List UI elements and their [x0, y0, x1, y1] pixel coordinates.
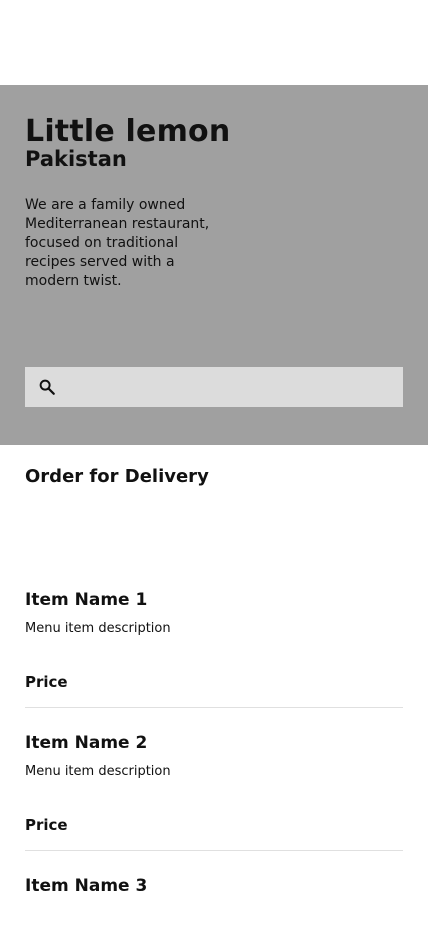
- search-input[interactable]: [57, 366, 403, 408]
- item-description: Menu item description: [25, 764, 171, 779]
- item-description: Menu item description: [25, 621, 171, 636]
- menu-list: Item Name 1 Menu item description Price …: [25, 590, 403, 936]
- restaurant-title: Little lemon: [25, 114, 231, 149]
- top-blank-area: [0, 0, 428, 85]
- item-divider: [25, 707, 403, 708]
- search-icon[interactable]: [37, 377, 57, 397]
- restaurant-location: Pakistan: [25, 147, 127, 171]
- item-name: Item Name 1: [25, 590, 148, 610]
- order-delivery-heading: Order for Delivery: [25, 466, 209, 487]
- item-name: Item Name 3: [25, 876, 148, 896]
- item-name: Item Name 2: [25, 733, 148, 753]
- search-bar[interactable]: [25, 366, 403, 408]
- menu-item-2[interactable]: Item Name 2 Menu item description Price: [25, 733, 403, 876]
- hero-banner: Little lemon Pakistan We are a family ow…: [0, 85, 428, 445]
- item-price: Price: [25, 816, 68, 834]
- menu-item-3[interactable]: Item Name 3: [25, 876, 403, 936]
- menu-item-1[interactable]: Item Name 1 Menu item description Price: [25, 590, 403, 733]
- item-price: Price: [25, 673, 68, 691]
- restaurant-description: We are a family owned Mediterranean rest…: [25, 197, 210, 289]
- item-divider: [25, 850, 403, 851]
